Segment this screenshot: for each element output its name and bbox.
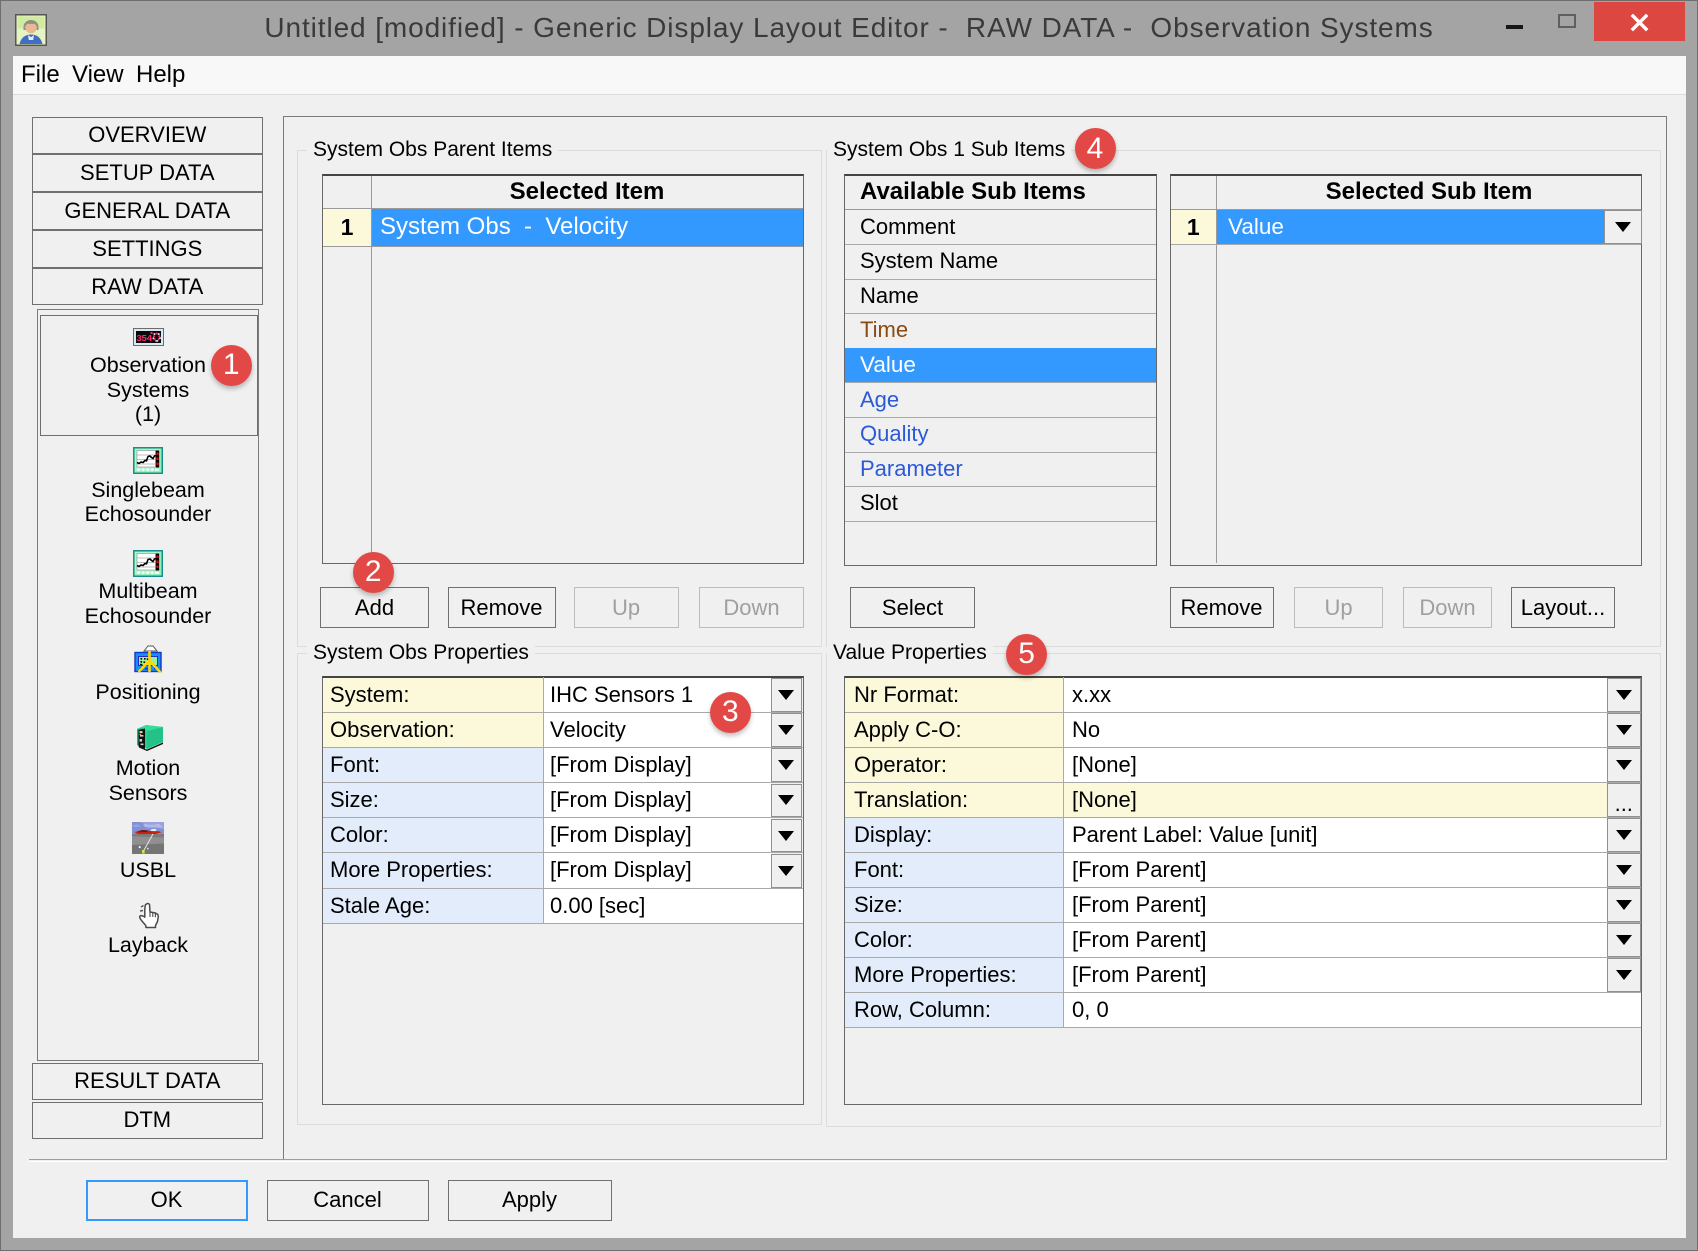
svg-text:354: 354: [136, 333, 152, 344]
